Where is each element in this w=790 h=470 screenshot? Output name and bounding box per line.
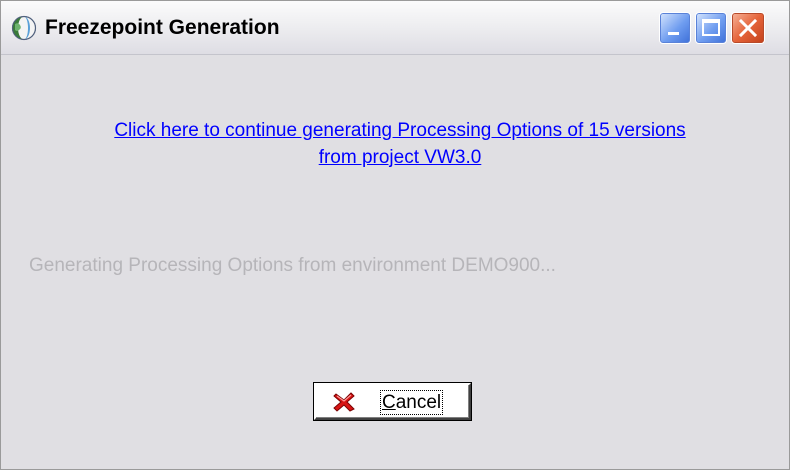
cancel-button[interactable]: Cancel	[313, 382, 472, 421]
link-line-1[interactable]: Click here to continue generating Proces…	[17, 117, 783, 144]
continue-generation-link[interactable]: Click here to continue generating Proces…	[17, 117, 783, 171]
red-x-icon	[333, 392, 355, 412]
dialog-content: Click here to continue generating Proces…	[1, 55, 789, 469]
title-bar[interactable]: Freezepoint Generation	[1, 1, 789, 55]
minimize-button[interactable]	[659, 12, 691, 44]
cancel-label-rest: ancel	[395, 392, 442, 413]
maximize-button[interactable]	[695, 12, 727, 44]
status-message: Generating Processing Options from envir…	[29, 255, 556, 276]
window-title: Freezepoint Generation	[45, 16, 280, 39]
close-icon	[738, 18, 758, 38]
link-line-2[interactable]: from project VW3.0	[17, 144, 783, 171]
dialog-window: Freezepoint Generation Click here to con…	[0, 0, 790, 470]
minimize-icon	[668, 32, 679, 35]
close-button[interactable]	[731, 12, 765, 44]
cancel-mnemonic: C	[382, 392, 396, 413]
app-globe-icon	[11, 15, 37, 41]
cancel-button-label: Cancel	[380, 390, 444, 415]
maximize-icon	[702, 19, 720, 36]
